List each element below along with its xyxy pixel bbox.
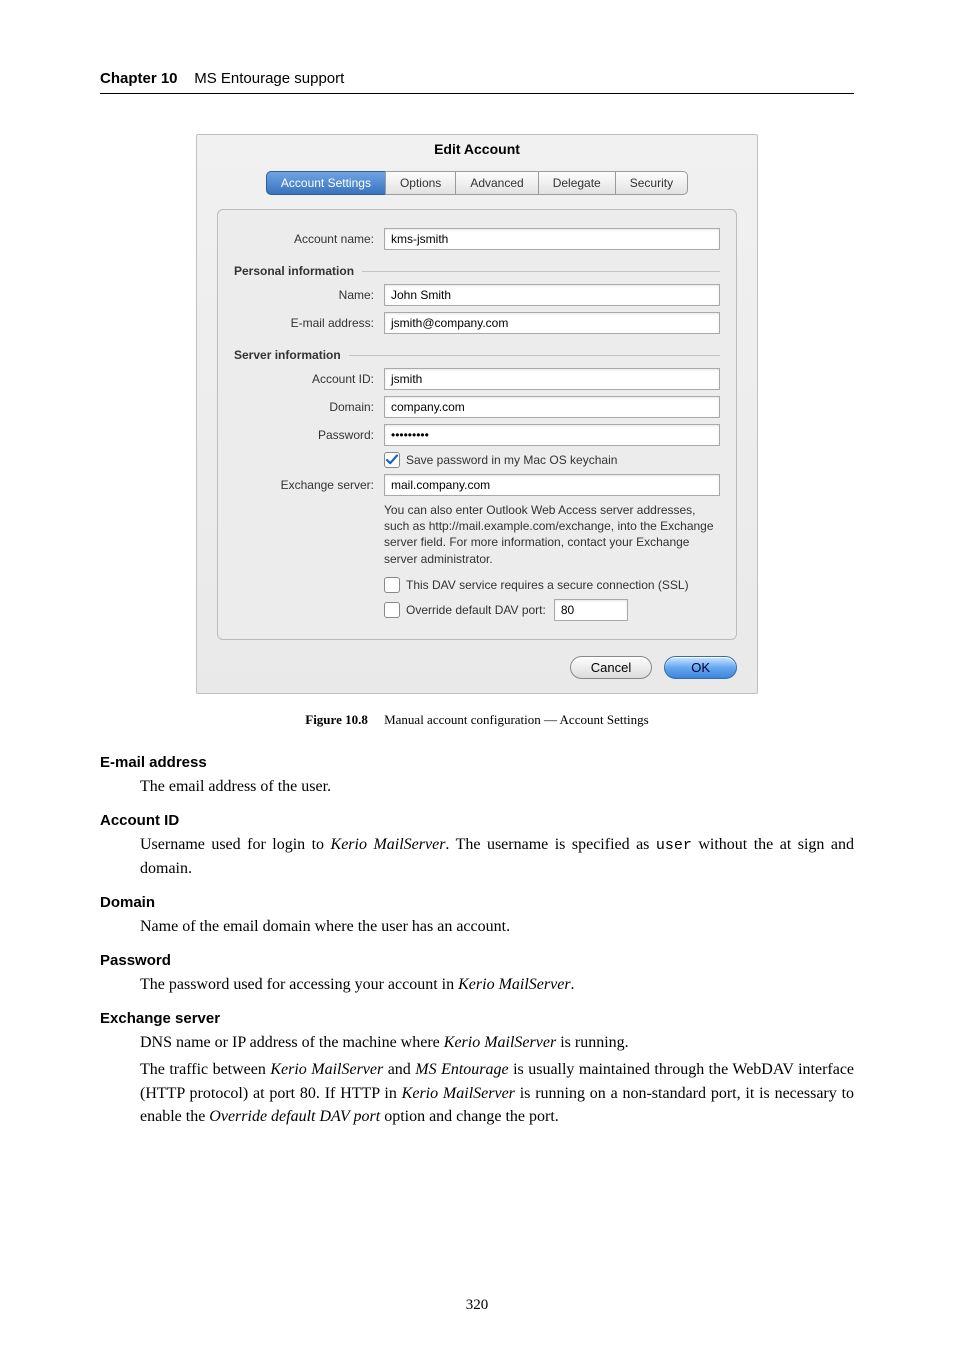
figure-caption: Figure 10.8 Manual account configuration…: [100, 712, 854, 728]
email-field[interactable]: jsmith@company.com: [384, 312, 720, 334]
account-id-label: Account ID:: [234, 372, 374, 386]
def-email-term: E-mail address: [100, 754, 854, 771]
override-port-checkbox[interactable]: [384, 602, 400, 618]
tab-row: Account Settings Options Advanced Delega…: [217, 171, 737, 195]
def-accountid-body: Username used for login to Kerio MailSer…: [140, 833, 854, 880]
def-password-term: Password: [100, 952, 854, 969]
name-label: Name:: [234, 288, 374, 302]
section-rule: [362, 271, 720, 272]
edit-account-dialog: Edit Account Account Settings Options Ad…: [196, 134, 758, 694]
password-field[interactable]: •••••••••: [384, 424, 720, 446]
cancel-button[interactable]: Cancel: [570, 656, 652, 679]
tab-advanced[interactable]: Advanced: [455, 171, 537, 195]
document-page: Chapter 10 MS Entourage support Edit Acc…: [0, 0, 954, 1350]
def-accountid-term: Account ID: [100, 812, 854, 829]
def-exchange-term: Exchange server: [100, 1010, 854, 1027]
ssl-label: This DAV service requires a secure conne…: [406, 578, 689, 592]
dialog-body: Account Settings Options Advanced Delega…: [197, 165, 757, 693]
dialog-button-row: Cancel OK: [217, 656, 737, 679]
exchange-server-label: Exchange server:: [234, 478, 374, 492]
def-exchange-body-1: DNS name or IP address of the machine wh…: [140, 1031, 854, 1054]
tab-account-settings[interactable]: Account Settings: [266, 171, 385, 195]
def-exchange-body-2: The traffic between Kerio MailServer and…: [140, 1058, 854, 1128]
override-port-field[interactable]: 80: [554, 599, 628, 621]
checkmark-icon: [386, 454, 398, 466]
email-label: E-mail address:: [234, 316, 374, 330]
personal-info-heading: Personal information: [234, 264, 354, 278]
domain-field[interactable]: company.com: [384, 396, 720, 418]
name-field[interactable]: John Smith: [384, 284, 720, 306]
domain-label: Domain:: [234, 400, 374, 414]
chapter-header: Chapter 10 MS Entourage support: [100, 70, 854, 94]
figure-number: Figure 10.8: [305, 712, 368, 727]
tab-delegate[interactable]: Delegate: [538, 171, 615, 195]
account-id-field[interactable]: jsmith: [384, 368, 720, 390]
settings-panel: Account name: kms-jsmith Personal inform…: [217, 209, 737, 640]
def-domain-body: Name of the email domain where the user …: [140, 915, 854, 938]
exchange-server-field[interactable]: mail.company.com: [384, 474, 720, 496]
server-info-heading: Server information: [234, 348, 341, 362]
def-email-body: The email address of the user.: [140, 775, 854, 798]
section-rule: [349, 355, 720, 356]
figure-caption-text: Manual account configuration — Account S…: [384, 712, 649, 727]
save-keychain-label: Save password in my Mac OS keychain: [406, 453, 617, 467]
password-label: Password:: [234, 428, 374, 442]
account-name-field[interactable]: kms-jsmith: [384, 228, 720, 250]
ok-button[interactable]: OK: [664, 656, 737, 679]
def-password-body: The password used for accessing your acc…: [140, 973, 854, 996]
dialog-title: Edit Account: [197, 135, 757, 165]
ssl-checkbox[interactable]: [384, 577, 400, 593]
chapter-prefix: Chapter 10: [100, 70, 178, 87]
def-domain-term: Domain: [100, 894, 854, 911]
account-name-label: Account name:: [234, 232, 374, 246]
override-port-label: Override default DAV port:: [406, 603, 546, 617]
tab-security[interactable]: Security: [615, 171, 688, 195]
chapter-title: MS Entourage support: [194, 70, 344, 87]
exchange-note-text: You can also enter Outlook Web Access se…: [384, 502, 720, 567]
save-keychain-checkbox[interactable]: [384, 452, 400, 468]
page-number: 320: [0, 1297, 954, 1314]
tab-options[interactable]: Options: [385, 171, 455, 195]
